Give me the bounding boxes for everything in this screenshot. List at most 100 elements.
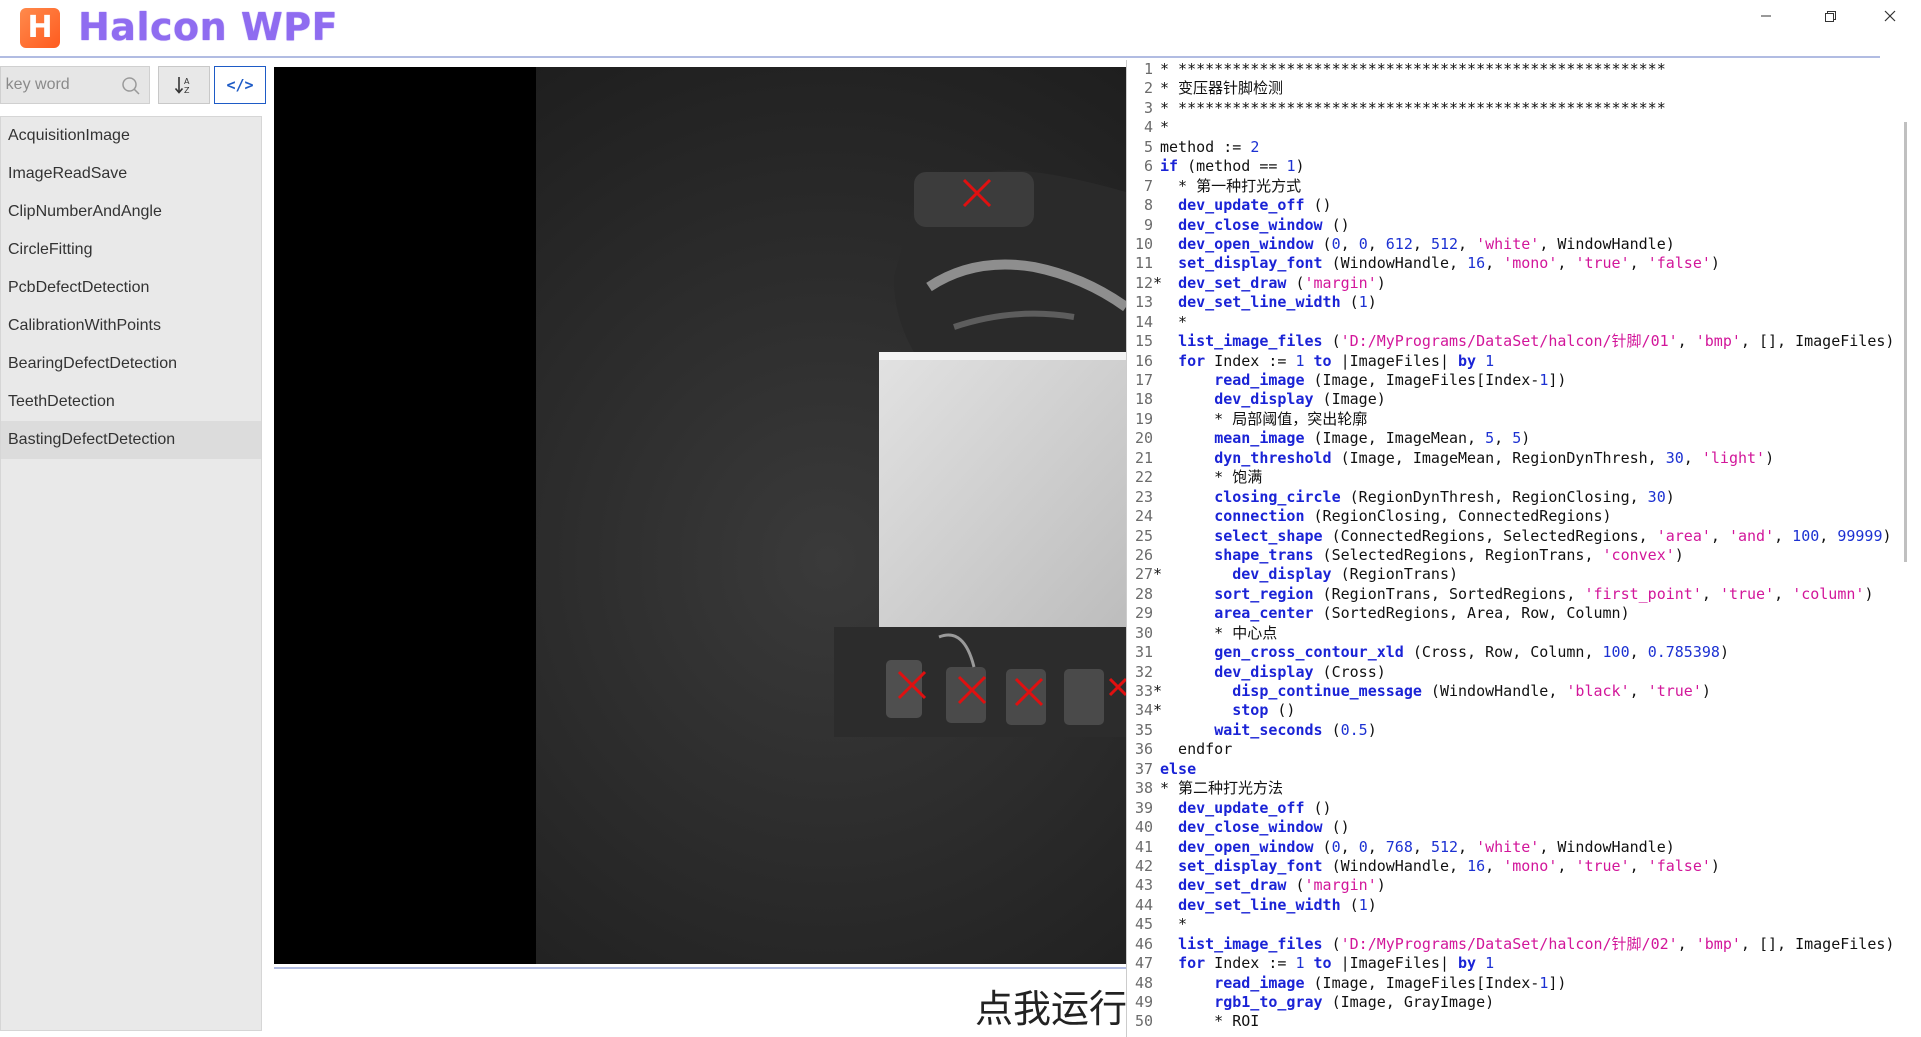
code-string: 'true'	[1719, 584, 1775, 603]
code-line[interactable]: 4 *	[1127, 118, 1921, 137]
code-line[interactable]: 21 dyn_threshold (Image, ImageMean, Regi…	[1127, 449, 1921, 468]
code-string: 'D:/MyPrograms/DataSet/halcon/针脚/02'	[1340, 934, 1678, 953]
code-line[interactable]: 37 else	[1127, 760, 1921, 779]
code-line[interactable]: 10 dev_open_window (0, 0, 612, 512, 'whi…	[1127, 235, 1921, 254]
code-keyword: list_image_files	[1178, 934, 1323, 953]
restore-button[interactable]	[1807, 0, 1853, 32]
code-string: 'true'	[1575, 856, 1630, 875]
code-line[interactable]: 33 * disp_continue_message (WindowHandle,…	[1127, 682, 1921, 701]
code-text: shape_trans (SelectedRegions, RegionTran…	[1160, 546, 1684, 565]
line-number: 27	[1134, 565, 1153, 584]
code-line[interactable]: 27 * dev_display (RegionTrans)	[1127, 565, 1921, 584]
code-line[interactable]: 48 read_image (Image, ImageFiles[Index-1…	[1127, 974, 1921, 993]
code-line[interactable]: 32 dev_display (Cross)	[1127, 663, 1921, 682]
close-button[interactable]	[1867, 0, 1913, 32]
code-string: 'convex'	[1602, 545, 1675, 564]
code-line[interactable]: 2 * 变压器针脚检测	[1127, 79, 1921, 98]
sidebar-item-teeth-detection[interactable]: TeethDetection	[1, 383, 261, 421]
code-line[interactable]: 40 dev_close_window ()	[1127, 818, 1921, 837]
code-token: (RegionTrans, SortedRegions,	[1313, 584, 1585, 603]
sidebar-item-basting-defect-detection[interactable]: BastingDefectDetection	[1, 421, 261, 459]
code-line[interactable]: 45 *	[1127, 915, 1921, 934]
code-line[interactable]: 15 list_image_files ('D:/MyPrograms/Data…	[1127, 332, 1921, 351]
image-viewer[interactable]	[274, 67, 1126, 964]
code-text: *	[1160, 313, 1187, 332]
code-line[interactable]: 18 dev_display (Image)	[1127, 390, 1921, 409]
code-line[interactable]: 30 * 中心点	[1127, 624, 1921, 643]
code-line[interactable]: 35 wait_seconds (0.5)	[1127, 721, 1921, 740]
code-line[interactable]: 12 * dev_set_draw ('margin')	[1127, 274, 1921, 293]
code-editor[interactable]: 1 * *************************************…	[1126, 60, 1921, 1037]
code-token: ,	[1677, 332, 1696, 351]
code-line[interactable]: 7 * 第一种打光方式	[1127, 177, 1921, 196]
code-line[interactable]: 26 shape_trans (SelectedRegions, RegionT…	[1127, 546, 1921, 565]
sidebar-item-circle-fitting[interactable]: CircleFitting	[1, 231, 261, 269]
code-string: 'bmp'	[1695, 332, 1741, 351]
code-line[interactable]: 44 dev_set_line_width (1)	[1127, 896, 1921, 915]
code-line[interactable]: 49 rgb1_to_gray (Image, GrayImage)	[1127, 993, 1921, 1012]
search-input[interactable]	[1, 67, 113, 103]
sidebar-item-pcb-defect-detection[interactable]: PcbDefectDetection	[1, 269, 261, 307]
code-line[interactable]: 17 read_image (Image, ImageFiles[Index-1…	[1127, 371, 1921, 390]
code-keyword: closing_circle	[1214, 487, 1341, 506]
code-line[interactable]: 25 select_shape (ConnectedRegions, Selec…	[1127, 527, 1921, 546]
code-line[interactable]: 3 * *************************************…	[1127, 99, 1921, 118]
line-number: 40	[1134, 818, 1153, 837]
code-view-button[interactable]: </>	[214, 66, 266, 104]
code-line[interactable]: 34 * stop ()	[1127, 701, 1921, 720]
code-string: 'first_point'	[1584, 584, 1702, 603]
close-icon	[1884, 10, 1896, 22]
code-line[interactable]: 43 dev_set_draw ('margin')	[1127, 876, 1921, 895]
code-line[interactable]: 24 connection (RegionClosing, ConnectedR…	[1127, 507, 1921, 526]
sidebar-item-acquisition-image[interactable]: AcquisitionImage	[1, 117, 261, 155]
sidebar-item-image-read-save[interactable]: ImageReadSave	[1, 155, 261, 193]
code-line[interactable]: 38 * 第二种打光方法	[1127, 779, 1921, 798]
run-button[interactable]: 点我运行	[975, 978, 1127, 1033]
sort-button[interactable]: A Z	[158, 66, 210, 104]
code-token: (WindowHandle,	[1421, 682, 1567, 700]
code-number: 612	[1385, 234, 1413, 253]
code-line[interactable]: 41 dev_open_window (0, 0, 768, 512, 'whi…	[1127, 838, 1921, 857]
code-line[interactable]: 31 gen_cross_contour_xld (Cross, Row, Co…	[1127, 643, 1921, 662]
code-line[interactable]: 36 endfor	[1127, 740, 1921, 759]
code-line[interactable]: 13 dev_set_line_width (1)	[1127, 293, 1921, 312]
code-line[interactable]: 8 dev_update_off ()	[1127, 196, 1921, 215]
code-scrollbar[interactable]	[1904, 122, 1907, 562]
code-line[interactable]: 20 mean_image (Image, ImageMean, 5, 5)	[1127, 429, 1921, 448]
code-line[interactable]: 50 * ROI	[1127, 1012, 1921, 1031]
sidebar-item-calibration-with-points[interactable]: CalibrationWithPoints	[1, 307, 261, 345]
code-line[interactable]: 9 dev_close_window ()	[1127, 216, 1921, 235]
code-line[interactable]: 11 set_display_font (WindowHandle, 16, '…	[1127, 254, 1921, 273]
code-line[interactable]: 29 area_center (SortedRegions, Area, Row…	[1127, 604, 1921, 623]
line-number: 35	[1134, 720, 1153, 739]
code-line[interactable]: 16 for Index := 1 to |ImageFiles| by 1	[1127, 352, 1921, 371]
code-text: gen_cross_contour_xld (Cross, Row, Colum…	[1160, 643, 1729, 662]
svg-text:A: A	[184, 77, 190, 86]
line-number: 21	[1134, 448, 1153, 467]
sidebar-item-bearing-defect-detection[interactable]: BearingDefectDetection	[1, 345, 261, 383]
code-line[interactable]: 46 list_image_files ('D:/MyPrograms/Data…	[1127, 935, 1921, 954]
code-text: dev_close_window ()	[1160, 216, 1350, 235]
code-line[interactable]: 23 closing_circle (RegionDynThresh, Regi…	[1127, 488, 1921, 507]
code-line[interactable]: 19 * 局部阈值，突出轮廓	[1127, 410, 1921, 429]
code-line[interactable]: 1 * *************************************…	[1127, 60, 1921, 79]
code-line[interactable]: 42 set_display_font (WindowHandle, 16, '…	[1127, 857, 1921, 876]
code-line[interactable]: 39 dev_update_off ()	[1127, 799, 1921, 818]
line-number: 32	[1134, 662, 1153, 681]
code-line[interactable]: 14 *	[1127, 313, 1921, 332]
search-icon[interactable]	[121, 76, 141, 96]
code-text: read_image (Image, ImageFiles[Index-1])	[1160, 974, 1566, 993]
line-number: 18	[1134, 390, 1153, 409]
minimize-button[interactable]	[1743, 0, 1789, 32]
code-token: (Cross, Row, Column,	[1403, 643, 1603, 662]
code-line[interactable]: 28 sort_region (RegionTrans, SortedRegio…	[1127, 585, 1921, 604]
code-line[interactable]: 47 for Index := 1 to |ImageFiles| by 1	[1127, 954, 1921, 973]
code-line[interactable]: 22 * 饱满	[1127, 468, 1921, 487]
code-line[interactable]: 5 method := 2	[1127, 138, 1921, 157]
code-line[interactable]: 6 if (method == 1)	[1127, 157, 1921, 176]
sidebar-item-clip-number-and-angle[interactable]: ClipNumberAndAngle	[1, 193, 261, 231]
